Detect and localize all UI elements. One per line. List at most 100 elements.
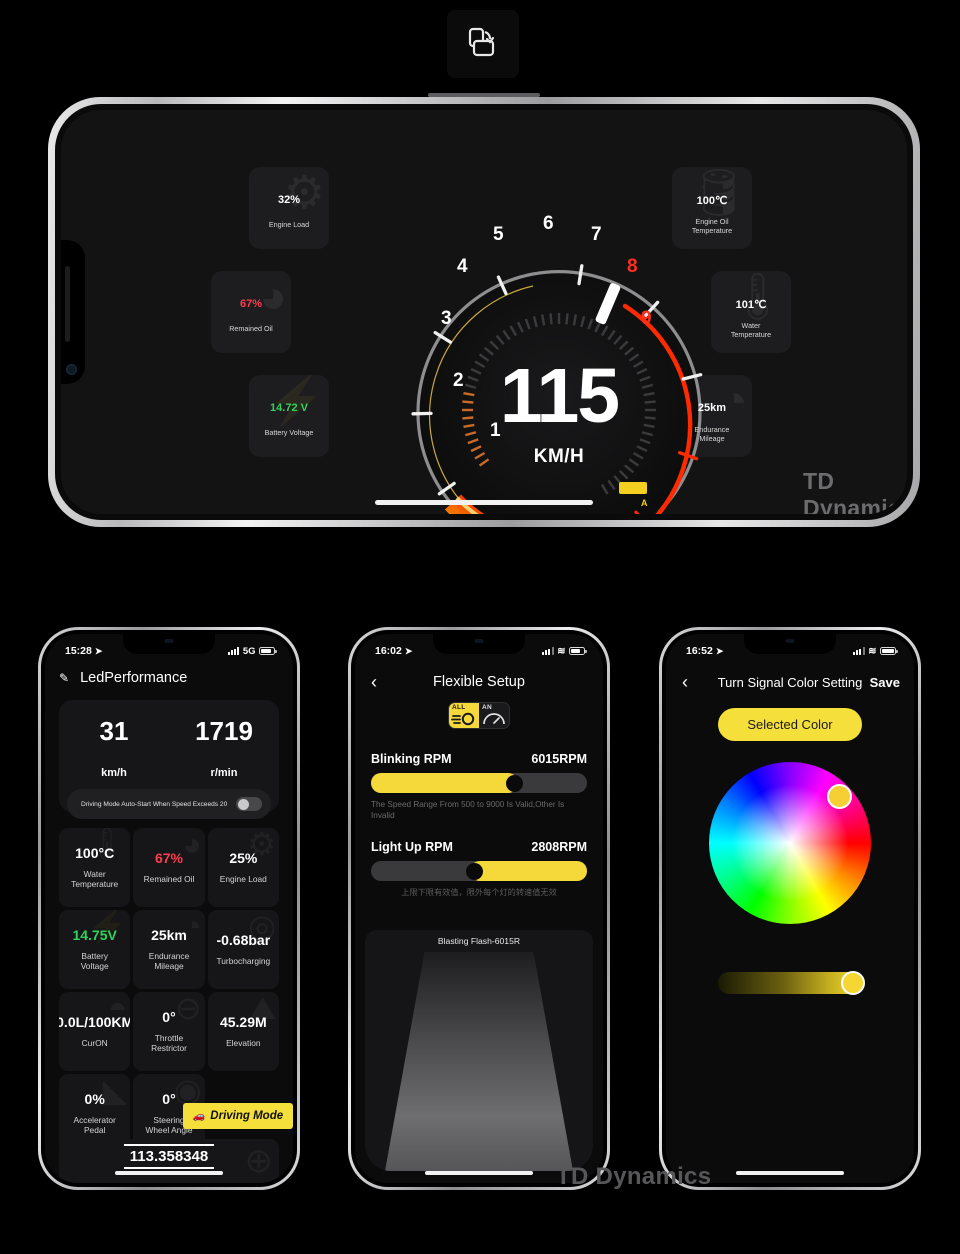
- metric-label: Turbocharging: [216, 955, 271, 966]
- phone-device-turn-signal-color: 16:52 ➤ ≋ ‹ Turn Signal Color Setting Sa…: [659, 627, 921, 1190]
- dash-card-battery-voltage[interactable]: ⚡ 14.72 V Battery Voltage: [249, 375, 329, 457]
- wifi-icon: ≋: [868, 645, 877, 657]
- gear-letter: A: [641, 498, 648, 508]
- auto-start-row[interactable]: Driving Mode Auto-Start When Speed Excee…: [67, 789, 271, 819]
- oil-temp-icon: 🛢: [689, 167, 748, 218]
- metric-cell[interactable]: ◕ 67% Remained Oil: [133, 828, 205, 907]
- metric-label: Remained Oil: [143, 873, 195, 884]
- device-notch: [433, 634, 525, 654]
- segment-label: ALL: [452, 704, 466, 711]
- status-time: 16:02: [375, 645, 402, 657]
- metric-cell[interactable]: ⚙ 25% Engine Load: [207, 828, 279, 907]
- metric-value: 100°C: [75, 845, 115, 862]
- light-up-rpm-block: Light Up RPM 2808RPM 上限下限有效值，限外每个灯的转速值无效: [371, 840, 587, 898]
- location-arrow-icon: ➤: [94, 645, 103, 656]
- metric-value: 0°: [162, 1009, 176, 1026]
- home-indicator: [736, 1170, 844, 1175]
- metric-cell[interactable]: ⚡ 14.75V Battery Voltage: [59, 910, 131, 989]
- metric-cell[interactable]: 🌡 100°C Water Temperature: [59, 828, 131, 907]
- throttle-icon: ⊖: [174, 992, 202, 1026]
- metric-label: Accelerator Pedal: [73, 1114, 116, 1135]
- metric-cell[interactable]: ⊖ 0° Throttle Restrictor: [133, 992, 205, 1071]
- home-indicator: [115, 1170, 223, 1175]
- metric-value: 45.29M: [219, 1014, 267, 1031]
- device-top-accent: [428, 93, 540, 97]
- save-button[interactable]: Save: [870, 675, 900, 690]
- chevron-left-icon[interactable]: ‹: [371, 672, 377, 693]
- dash-card-value: 67%: [239, 298, 263, 310]
- front-camera: [474, 639, 484, 643]
- rotate-screen-icon: [468, 27, 495, 57]
- gauge-icon: [483, 713, 505, 725]
- gear-indicator-box: [619, 482, 647, 494]
- watermark-bottom: TD Dynamics: [556, 1163, 712, 1190]
- status-time: 16:52: [686, 645, 713, 657]
- front-camera: [66, 364, 77, 375]
- chevron-left-icon[interactable]: ‹: [682, 672, 688, 693]
- auto-start-label: Driving Mode Auto-Start When Speed Excee…: [81, 800, 228, 808]
- mode-segmented-toggle[interactable]: ALL AN: [448, 702, 510, 729]
- slider-knob[interactable]: [466, 862, 484, 880]
- segment-an[interactable]: AN: [479, 703, 509, 728]
- rotate-screen-badge[interactable]: [447, 10, 519, 78]
- battery-icon: [569, 647, 587, 655]
- metric-cell[interactable]: ◎ -0.68bar Turbocharging: [207, 910, 279, 989]
- driving-mode-button[interactable]: 🚗 Driving Mode: [183, 1103, 293, 1129]
- dash-card-label: Engine Oil Temperature: [672, 217, 752, 235]
- color-wheel-handle[interactable]: [827, 784, 852, 809]
- gauge-tick-8: 8: [627, 256, 638, 277]
- metric-cell[interactable]: ◓ 0.0L/100KM CurON: [59, 992, 131, 1071]
- engine-icon: ⚙: [283, 167, 325, 218]
- dash-card-label: Remained Oil: [229, 324, 273, 333]
- slider-value: 6015RPM: [531, 752, 587, 766]
- slider-header: Blinking RPM 6015RPM: [371, 752, 587, 766]
- watermark-dashboard: TD Dynamics: [803, 468, 907, 514]
- pencil-edit-icon[interactable]: ✎: [59, 671, 69, 685]
- page-title: Turn Signal Color Setting: [717, 674, 863, 690]
- metric-label: Elevation: [226, 1037, 261, 1048]
- flexible-setup-screen: 16:02 ➤ ≋ ‹ Flexible Setup ALL AN Blinki…: [355, 634, 603, 1183]
- metric-value: 0°: [162, 1091, 176, 1108]
- nav-bar: ‹ Turn Signal Color Setting Save: [666, 670, 914, 694]
- gauge-tick-1: 1: [490, 420, 501, 441]
- dash-card-value: 100℃: [696, 194, 728, 207]
- home-indicator: [375, 500, 593, 505]
- label-line2: Temperature: [691, 226, 733, 235]
- dash-card-remained-oil[interactable]: ◕ 67% Remained Oil: [211, 271, 291, 353]
- metric-label: Throttle Restrictor: [151, 1032, 187, 1053]
- battery-icon: ⚡: [267, 375, 325, 426]
- light-up-rpm-slider[interactable]: [371, 861, 587, 881]
- metric-value: 25%: [229, 850, 258, 867]
- metric-cell[interactable]: ◔ 25km Endurance Mileage: [133, 910, 205, 989]
- metric-value: -0.68bar: [216, 932, 271, 949]
- segment-all[interactable]: ALL: [449, 703, 479, 728]
- gauge-tick-2: 2: [453, 370, 464, 391]
- readout-value: 31: [99, 716, 129, 746]
- auto-start-toggle[interactable]: [236, 797, 262, 811]
- thermometer-icon: 🌡: [728, 271, 787, 322]
- status-network: 5G: [242, 645, 256, 657]
- dash-card-value: 25km: [697, 402, 727, 414]
- label-line1: Engine Oil: [695, 217, 729, 226]
- speed-unit: KM/H: [533, 446, 585, 467]
- coordinate-value: 113.358348: [123, 1144, 215, 1169]
- dash-card-engine-oil-temperature[interactable]: 🛢 100℃ Engine Oil Temperature: [672, 167, 752, 249]
- signal-bars-icon: [542, 647, 554, 655]
- brightness-slider[interactable]: [718, 971, 865, 995]
- brightness-slider-knob[interactable]: [841, 971, 865, 995]
- readout-value: 1719: [195, 716, 253, 746]
- slider-header: Light Up RPM 2808RPM: [371, 840, 587, 854]
- gauge-tick-3: 3: [441, 308, 452, 329]
- segment-label: AN: [482, 704, 492, 711]
- metric-cell[interactable]: ⛰ 45.29M Elevation: [207, 992, 279, 1071]
- readout-unit: km/h: [101, 767, 127, 779]
- dash-card-engine-load[interactable]: ⚙ 32% Engine Load: [249, 167, 329, 249]
- led-performance-screen: 15:28 ➤ 5G ✎ LedPerformance 31 km/h 1719: [45, 634, 293, 1183]
- slider-knob[interactable]: [505, 774, 523, 792]
- metric-label: Endurance Mileage: [148, 950, 190, 971]
- location-arrow-icon: ➤: [715, 645, 724, 656]
- metric-value: 14.75V: [72, 927, 117, 944]
- selected-color-button[interactable]: Selected Color: [718, 708, 862, 741]
- blinking-rpm-slider[interactable]: [371, 773, 587, 793]
- dash-card-label: Engine Load: [268, 220, 310, 229]
